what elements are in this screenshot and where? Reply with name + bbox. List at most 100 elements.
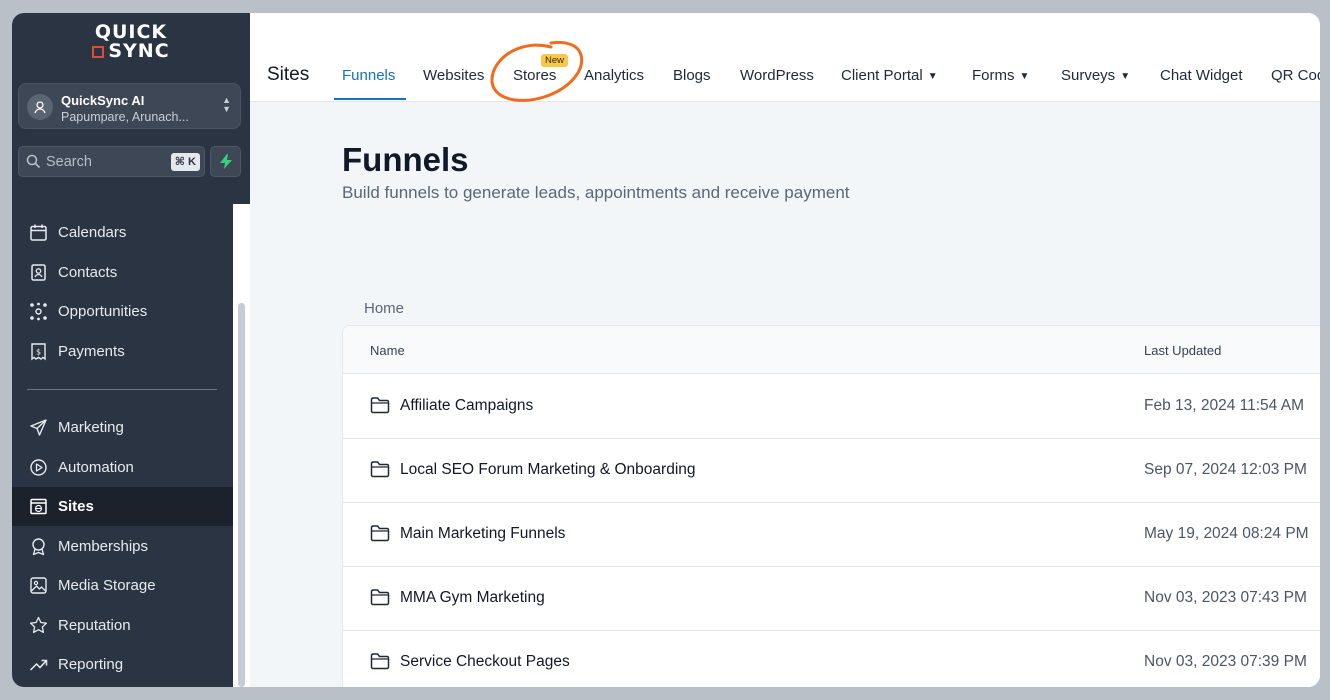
logo-line-2: SYNC: [108, 40, 170, 62]
table-row[interactable]: Service Checkout Pages Nov 03, 2023 07:3…: [343, 631, 1320, 687]
funnels-table: Name Last Updated Affiliate Campaigns Fe…: [342, 325, 1320, 687]
tab-label: Forms: [972, 67, 1015, 84]
active-tab-indicator: [334, 98, 406, 100]
sidebar-scroll-thumb[interactable]: [238, 303, 245, 687]
tab-forms[interactable]: Forms ▼: [972, 67, 1029, 84]
folder-icon: [370, 525, 390, 542]
page-title: Funnels: [342, 141, 469, 178]
row-name[interactable]: Main Marketing Funnels: [400, 525, 565, 543]
tab-client-portal[interactable]: Client Portal ▼: [841, 67, 938, 84]
sidebar-item-sites[interactable]: Sites: [12, 487, 233, 526]
sidebar-item-label: Memberships: [58, 538, 149, 555]
search-icon: [26, 154, 41, 169]
image-icon: [27, 575, 49, 597]
sidebar-item-calendars[interactable]: Calendars: [12, 213, 233, 252]
row-name[interactable]: MMA Gym Marketing: [400, 589, 545, 607]
account-avatar: [27, 94, 53, 120]
search-placeholder: Search: [46, 154, 92, 170]
trend-icon: [27, 654, 49, 676]
app-window: QUICK SYNC QuickSync AI Papumpare, Aruna…: [12, 13, 1320, 687]
tab-analytics[interactable]: Analytics: [584, 67, 644, 84]
calendar-icon: [27, 222, 49, 244]
tab-chat-widget[interactable]: Chat Widget: [1160, 67, 1243, 84]
search-shortcut: ⌘ K: [170, 153, 200, 171]
folder-icon: [370, 397, 390, 414]
sidebar-item-label: Media Storage: [58, 577, 156, 594]
award-icon: [27, 536, 49, 558]
tab-label: Client Portal: [841, 67, 923, 84]
quick-action-button[interactable]: [210, 146, 241, 177]
sidebar-item-memberships[interactable]: Memberships: [12, 527, 233, 566]
page-subtitle: Build funnels to generate leads, appoint…: [342, 183, 850, 202]
sidebar-item-automation[interactable]: Automation: [12, 448, 233, 487]
sidebar-item-media-storage[interactable]: Media Storage: [12, 566, 233, 605]
account-name: QuickSync AI: [61, 93, 145, 108]
sidebar-item-label: Reputation: [58, 617, 131, 634]
sidebar-item-label: Reporting: [58, 656, 124, 673]
sidebar: QUICK SYNC QuickSync AI Papumpare, Aruna…: [12, 13, 250, 687]
main-content: Funnels Build funnels to generate leads,…: [250, 103, 1320, 687]
highlight-circle-annotation: [490, 41, 584, 102]
send-icon: [27, 417, 49, 439]
table-row[interactable]: Main Marketing Funnels May 19, 2024 08:2…: [343, 503, 1320, 567]
sidebar-item-contacts[interactable]: Contacts: [12, 253, 233, 292]
sidebar-item-label: Marketing: [58, 419, 124, 436]
sidebar-item-label: Payments: [58, 343, 125, 360]
folder-icon: [370, 589, 390, 606]
sidebar-item-label: Automation: [58, 459, 134, 476]
table-row[interactable]: Local SEO Forum Marketing & Onboarding S…: [343, 439, 1320, 503]
row-name[interactable]: Affiliate Campaigns: [400, 397, 533, 415]
sidebar-item-label: Opportunities: [58, 303, 148, 320]
payments-icon: $: [27, 341, 49, 363]
automation-icon: [27, 457, 49, 479]
table-header: Name Last Updated: [343, 326, 1320, 374]
breadcrumb-home[interactable]: Home: [364, 300, 404, 317]
tab-blogs[interactable]: Blogs: [673, 67, 711, 84]
row-last-updated: May 19, 2024 08:24 PM: [1144, 525, 1309, 542]
row-name[interactable]: Local SEO Forum Marketing & Onboarding: [400, 461, 696, 479]
folder-icon: [370, 653, 390, 670]
tab-qr-codes[interactable]: QR Cod: [1271, 67, 1320, 84]
row-last-updated: Nov 03, 2023 07:43 PM: [1144, 589, 1307, 606]
column-header-last-updated[interactable]: Last Updated: [1144, 343, 1221, 358]
tab-label: Surveys: [1061, 67, 1116, 84]
sidebar-item-label: Sites: [58, 498, 94, 515]
tab-websites[interactable]: Websites: [423, 67, 484, 84]
row-last-updated: Nov 03, 2023 07:39 PM: [1144, 653, 1307, 670]
chevron-up-down-icon: ▲ ▼: [222, 95, 231, 114]
search-input[interactable]: Search ⌘ K: [18, 146, 205, 177]
sidebar-item-payments[interactable]: $ Payments: [12, 332, 233, 371]
chevron-down-icon: ▼: [1019, 71, 1030, 82]
location-pin-icon: [34, 101, 46, 114]
account-switcher[interactable]: QuickSync AI Papumpare, Arunach... ▲ ▼: [18, 83, 241, 129]
opportunities-icon: [27, 301, 49, 323]
row-last-updated: Sep 07, 2024 12:03 PM: [1144, 461, 1307, 478]
svg-text:$: $: [35, 348, 40, 357]
logo-mark-icon: [92, 45, 105, 58]
tab-funnels[interactable]: Funnels: [342, 67, 395, 84]
table-row[interactable]: MMA Gym Marketing Nov 03, 2023 07:43 PM: [343, 567, 1320, 631]
section-title: Sites: [267, 64, 310, 85]
sidebar-item-reputation[interactable]: Reputation: [12, 606, 233, 645]
column-header-name[interactable]: Name: [370, 343, 405, 358]
sidebar-item-marketing[interactable]: Marketing: [12, 408, 233, 447]
brand-logo[interactable]: QUICK SYNC: [12, 23, 250, 61]
row-name[interactable]: Service Checkout Pages: [400, 653, 570, 671]
table-row[interactable]: Affiliate Campaigns Feb 13, 2024 11:54 A…: [343, 375, 1320, 439]
tab-surveys[interactable]: Surveys ▼: [1061, 67, 1130, 84]
sites-icon: [27, 496, 49, 518]
contacts-icon: [27, 262, 49, 284]
sidebar-divider: [27, 389, 217, 390]
sidebar-item-label: Contacts: [58, 264, 118, 281]
sidebar-item-reporting[interactable]: Reporting: [12, 645, 233, 684]
sidebar-item-label: Calendars: [58, 224, 127, 241]
bolt-icon: [219, 154, 232, 169]
tab-wordpress[interactable]: WordPress: [740, 67, 814, 84]
row-last-updated: Feb 13, 2024 11:54 AM: [1144, 397, 1304, 414]
sidebar-item-opportunities[interactable]: Opportunities: [12, 292, 233, 331]
chevron-down-icon: ▼: [927, 71, 938, 82]
chevron-down-icon: ▼: [1120, 71, 1131, 82]
account-location: Papumpare, Arunach...: [61, 110, 189, 124]
top-navigation: Sites Funnels Websites New Stores Analyt…: [250, 13, 1320, 102]
star-icon: [27, 615, 49, 637]
